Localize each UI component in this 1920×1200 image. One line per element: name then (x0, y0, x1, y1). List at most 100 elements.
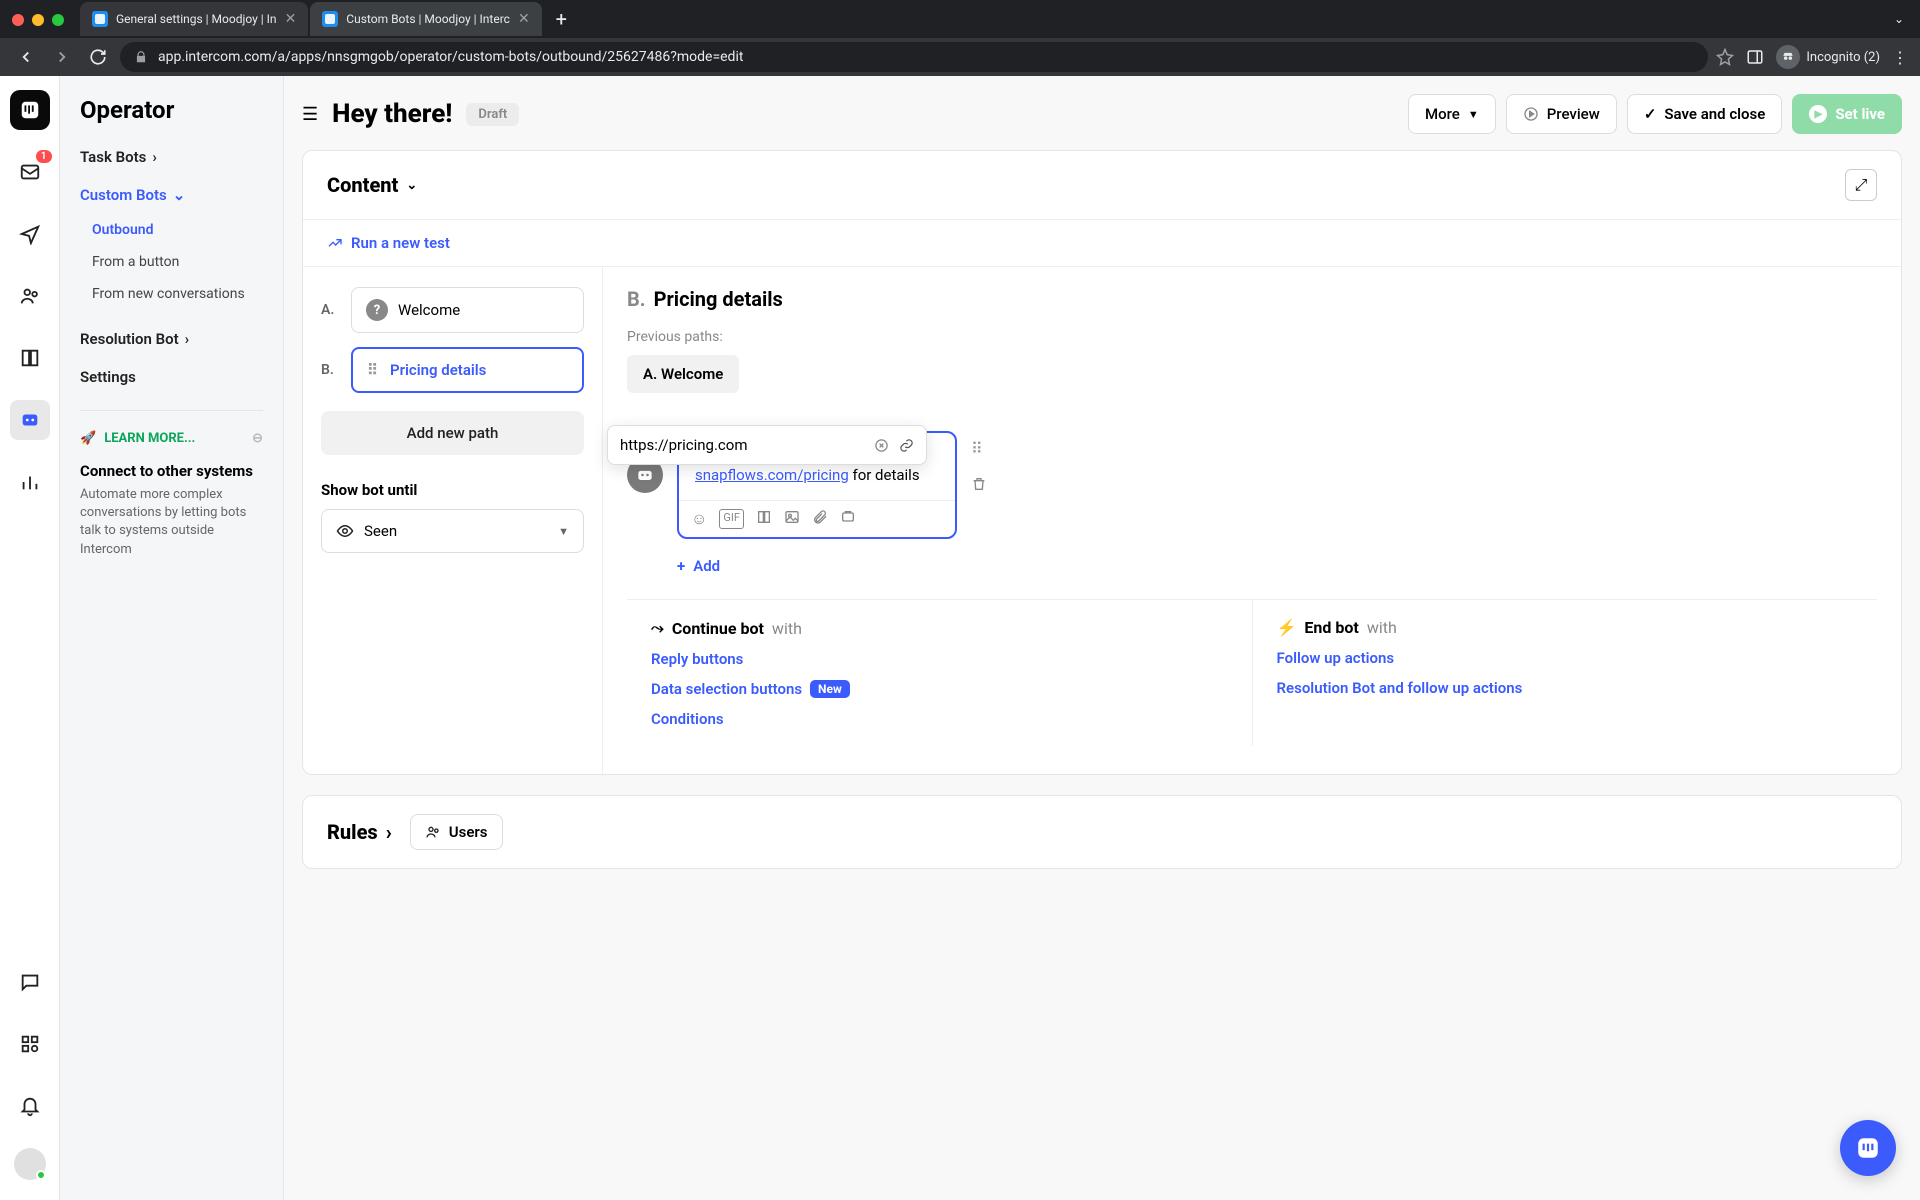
message-link[interactable]: snapflows.com/pricing (695, 466, 849, 484)
incognito-badge[interactable]: Incognito (2) (1776, 45, 1880, 69)
message-toolbar: ☺ GIF (679, 500, 955, 537)
url-bar[interactable]: app.intercom.com/a/apps/nnsgmgob/operato… (120, 42, 1708, 72)
forward-button[interactable] (48, 43, 76, 71)
tabs-overflow-icon[interactable]: ⌄ (1894, 12, 1920, 26)
menu-icon[interactable]: ☰ (302, 104, 318, 125)
window-close[interactable] (12, 14, 24, 26)
trash-icon[interactable] (971, 476, 987, 492)
sidebar-item-custom-bots[interactable]: Custom Bots ⌄ (60, 176, 283, 214)
close-icon[interactable]: ✕ (285, 11, 297, 27)
info-title: Connect to other systems (80, 462, 263, 480)
rail-apps[interactable] (10, 1024, 50, 1064)
path-box-pricing[interactable]: ⠿ Pricing details (351, 347, 584, 393)
app-icon[interactable] (840, 509, 856, 529)
rail-inbox[interactable]: 1 (10, 152, 50, 192)
rail-messages[interactable] (10, 962, 50, 1002)
followup-link[interactable]: Follow up actions (1277, 649, 1854, 667)
content-title[interactable]: Content ⌄ (327, 173, 417, 197)
article-icon[interactable] (756, 509, 772, 529)
prev-path-chip[interactable]: A. Welcome (627, 355, 739, 393)
conditions-link[interactable]: Conditions (651, 710, 1228, 728)
image-icon[interactable] (784, 509, 800, 529)
run-test-link[interactable]: Run a new test (303, 220, 1901, 267)
intercom-logo[interactable] (10, 90, 50, 130)
prev-paths-label: Previous paths: (627, 329, 1877, 345)
drag-handle-icon[interactable]: ⠿ (367, 361, 380, 379)
rail-articles[interactable] (10, 338, 50, 378)
resolution-followup-link[interactable]: Resolution Bot and follow up actions (1277, 679, 1854, 697)
more-button[interactable]: More ▼ (1408, 94, 1496, 134)
chevron-down-icon: ▼ (1468, 108, 1479, 121)
sidebar-item-label: Task Bots (80, 148, 146, 166)
expand-icon[interactable]: ⤢ (1845, 169, 1877, 201)
detail-letter: B. (627, 287, 646, 311)
sidebar-sub-from-button[interactable]: From a button (60, 246, 283, 278)
panel-icon[interactable] (1746, 48, 1764, 66)
back-button[interactable] (12, 43, 40, 71)
browser-tab-1[interactable]: General settings | Moodjoy | In ✕ (80, 2, 308, 36)
users-label: Users (449, 823, 488, 841)
rail-outbound[interactable] (10, 214, 50, 254)
bot-flow-row: ⤳ Continue bot with Reply buttons Data s… (627, 599, 1877, 746)
path-row-a: A. ? Welcome (321, 287, 584, 333)
gif-icon[interactable]: GIF (719, 509, 744, 529)
users-pill[interactable]: Users (410, 814, 503, 850)
button-label: Set live (1835, 105, 1885, 123)
browser-tab-2[interactable]: Custom Bots | Moodjoy | Interc ✕ (310, 2, 541, 36)
reload-button[interactable] (84, 43, 112, 71)
rail-reports[interactable] (10, 462, 50, 502)
sidebar-sub-from-new[interactable]: From new conversations (60, 278, 283, 310)
paths-column: A. ? Welcome B. ⠿ Pricing details Add (303, 267, 603, 774)
presence-dot (36, 1170, 46, 1180)
chat-launcher[interactable] (1840, 1120, 1896, 1176)
run-test-label: Run a new test (351, 234, 450, 252)
preview-button[interactable]: Preview (1506, 94, 1617, 134)
continue-title: ⤳ Continue bot with (651, 618, 1228, 638)
attachment-icon[interactable] (812, 509, 828, 529)
data-selection-link[interactable]: Data selection buttons New (651, 680, 1228, 698)
show-until-section: Show bot until Seen ▼ (321, 481, 584, 553)
rules-title-label: Rules (327, 820, 378, 844)
sidebar-item-resolution-bot[interactable]: Resolution Bot › (60, 320, 283, 358)
set-live-button[interactable]: ▶ Set live (1792, 94, 1902, 134)
rail-contacts[interactable] (10, 276, 50, 316)
title-text: Continue bot (672, 619, 764, 638)
rules-title[interactable]: Rules › (327, 820, 392, 844)
kebab-icon[interactable]: ⋮ (1892, 48, 1908, 67)
dismiss-icon[interactable]: ⊖ (252, 431, 263, 446)
drag-handle-icon[interactable]: ⠿ (971, 439, 987, 458)
star-icon[interactable] (1716, 48, 1734, 66)
detail-title-text: Pricing details (654, 287, 783, 311)
detail-column: B. Pricing details Previous paths: A. We… (603, 267, 1901, 774)
clear-icon[interactable] (874, 438, 889, 453)
window-zoom[interactable] (52, 14, 64, 26)
sidebar-item-settings[interactable]: Settings (60, 358, 283, 396)
play-circle-icon: ▶ (1809, 105, 1827, 123)
emoji-icon[interactable]: ☺ (691, 509, 707, 529)
sidebar-sub-outbound[interactable]: Outbound (60, 214, 283, 246)
sidebar-info-block[interactable]: Connect to other systems Automate more c… (60, 452, 283, 569)
path-box-welcome[interactable]: ? Welcome (351, 287, 584, 333)
rail-avatar[interactable] (14, 1148, 46, 1180)
link-icon[interactable] (899, 438, 914, 453)
path-letter: A. (321, 302, 341, 318)
add-path-button[interactable]: Add new path (321, 411, 584, 455)
save-button[interactable]: Save and close (1627, 94, 1783, 134)
show-until-select[interactable]: Seen ▼ (321, 509, 584, 553)
sidebar-item-task-bots[interactable]: Task Bots › (60, 138, 283, 176)
window-minimize[interactable] (32, 14, 44, 26)
chevron-down-icon: ▼ (558, 525, 569, 538)
close-icon[interactable]: ✕ (518, 11, 530, 27)
url-input[interactable] (620, 436, 864, 454)
new-badge: New (810, 680, 850, 698)
new-tab-button[interactable]: + (544, 7, 579, 31)
rail-operator[interactable] (10, 400, 50, 440)
card-title-label: Content (327, 173, 398, 197)
add-message-button[interactable]: Add (677, 557, 1877, 575)
rules-header: Rules › Users (303, 796, 1901, 868)
button-label: Save and close (1664, 105, 1765, 123)
url-text: app.intercom.com/a/apps/nnsgmgob/operato… (158, 49, 743, 65)
reply-buttons-link[interactable]: Reply buttons (651, 650, 1228, 668)
sidebar-learn-more[interactable]: 🚀 LEARN MORE... ⊖ (60, 425, 283, 452)
rail-notifications[interactable] (10, 1086, 50, 1126)
